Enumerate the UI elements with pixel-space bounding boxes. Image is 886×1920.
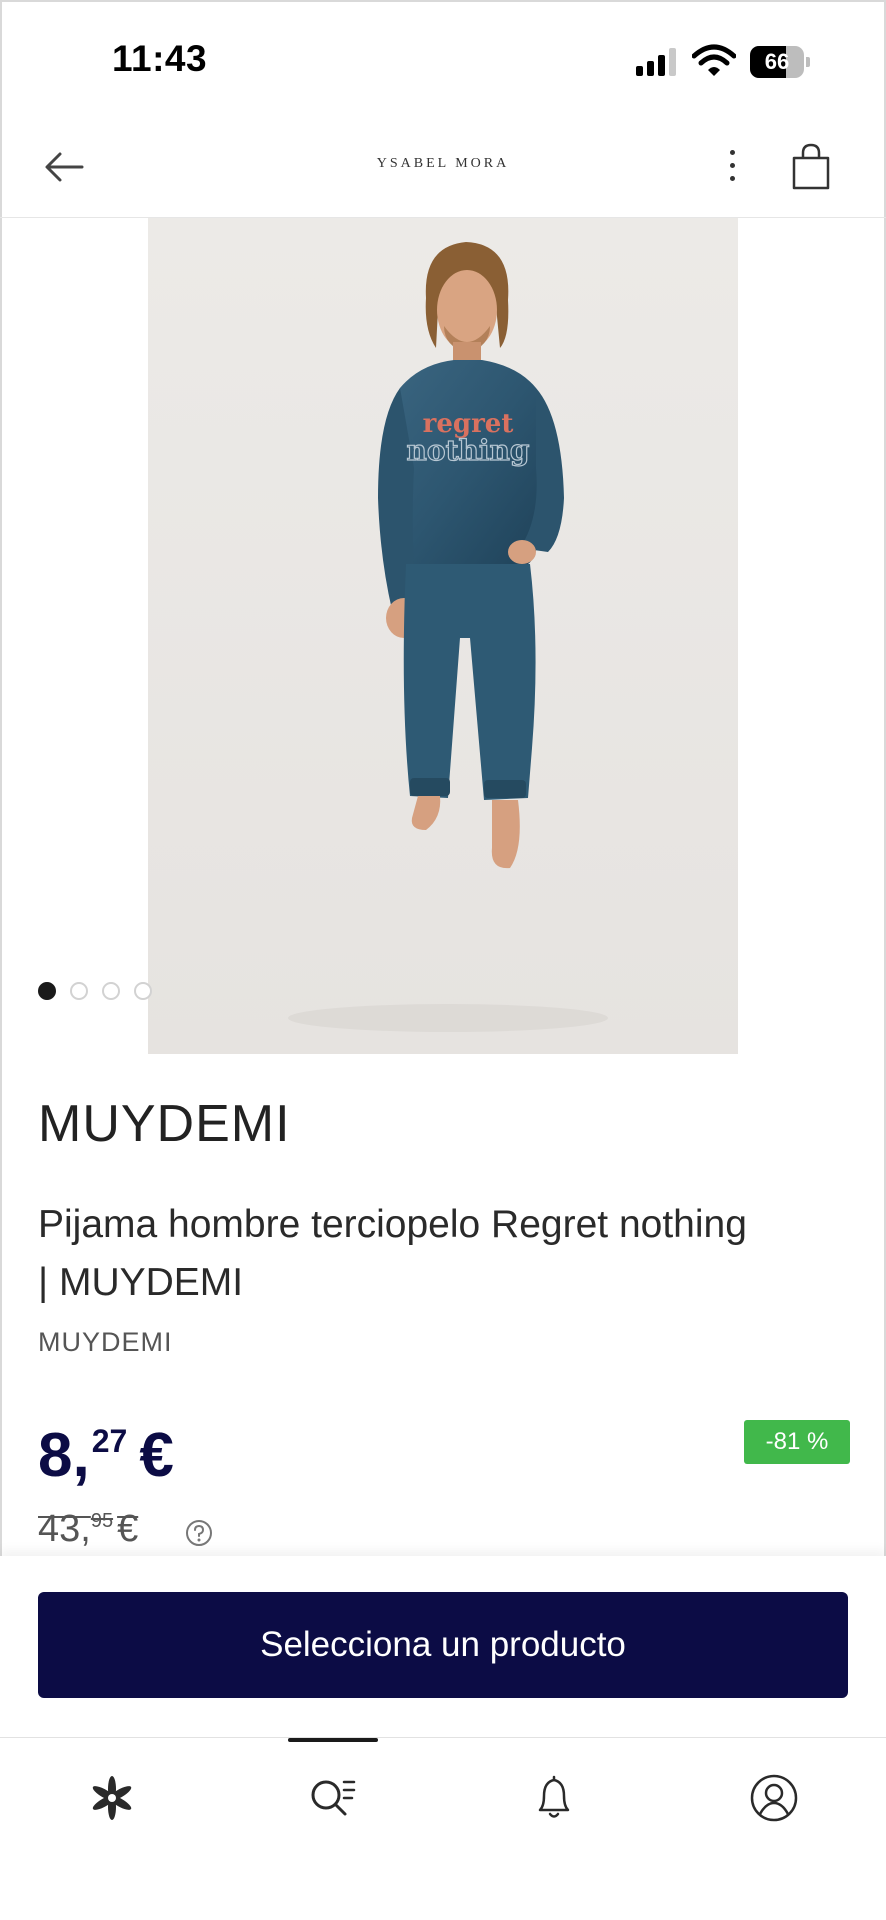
status-bar: 11:43 66 — [0, 0, 886, 120]
product-brand[interactable]: MUYDEMI — [38, 1094, 291, 1154]
current-price: 8,27 € — [38, 1420, 174, 1491]
search-list-icon[interactable] — [302, 1768, 362, 1828]
bottom-navigation — [0, 1737, 886, 1920]
pagination-dot[interactable] — [38, 982, 56, 1000]
product-image[interactable]: regret nothing — [148, 218, 738, 1054]
signal-icon — [636, 48, 680, 76]
battery-icon: 66 — [750, 46, 810, 78]
product-title: Pijama hombre terciopelo Regret nothing … — [38, 1203, 747, 1304]
more-options-icon[interactable] — [720, 140, 744, 192]
pagination-dot[interactable] — [102, 982, 120, 1000]
price-decimals: 27 — [91, 1423, 128, 1459]
info-icon[interactable] — [184, 1518, 214, 1548]
price-integer: 8, — [38, 1421, 90, 1490]
pagination-dot[interactable] — [70, 982, 88, 1000]
shopping-bag-icon[interactable] — [786, 142, 836, 192]
pagination-dot[interactable] — [134, 982, 152, 1000]
discount-badge: -81 % — [744, 1420, 850, 1464]
product-photo: regret nothing — [148, 218, 738, 1054]
old-price-decimals: 95 — [90, 1510, 114, 1532]
product-vendor: MUYDEMI — [38, 1327, 173, 1357]
flower-icon[interactable] — [82, 1768, 142, 1828]
wifi-icon — [692, 44, 736, 76]
status-time: 11:43 — [112, 38, 208, 79]
store-logo[interactable]: YSABEL MORA — [0, 156, 886, 172]
bell-icon[interactable] — [524, 1768, 584, 1828]
price-currency: € — [139, 1421, 174, 1490]
old-price-currency: € — [117, 1508, 139, 1550]
print-line2: nothing — [407, 434, 530, 467]
select-product-button[interactable]: Selecciona un producto — [38, 1592, 848, 1698]
battery-level: 66 — [764, 49, 790, 74]
app-header: YSABEL MORA — [0, 120, 886, 218]
user-circle-icon[interactable] — [744, 1768, 804, 1828]
old-price-integer: 43, — [38, 1508, 91, 1550]
nav-active-indicator — [288, 1738, 378, 1742]
original-price: 43,95 € — [38, 1508, 138, 1551]
gallery-pagination[interactable] — [38, 982, 158, 1002]
